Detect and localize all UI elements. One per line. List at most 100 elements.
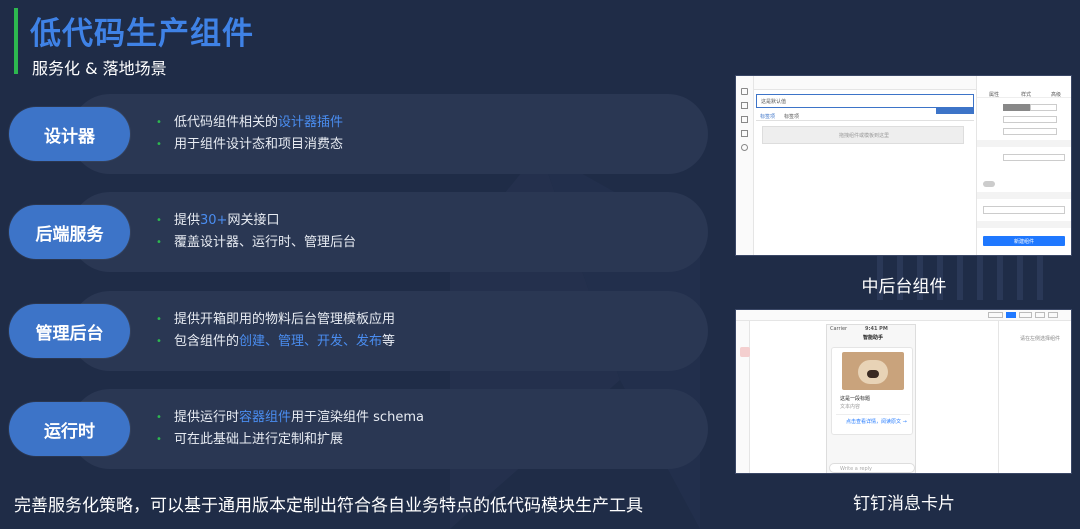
designer-drop-zone: 拖拽组件或模板到这里: [762, 126, 964, 144]
pill-backend-service: 后端服务: [9, 205, 130, 259]
bullets-backend-service: • 提供 30+ 网关接口 • 覆盖设计器、运行时、管理后台: [156, 210, 356, 254]
pill-runtime: 运行时: [9, 402, 130, 456]
rail-icon-2: [741, 102, 748, 109]
bullet-text: 提供: [174, 213, 201, 228]
bullets-runtime: • 提供运行时 容器组件 用于渲染组件 schema • 可在此基础上进行定制和扩展: [156, 407, 424, 451]
designer-tab-divider: [756, 120, 974, 121]
settings-panel-hint: 请在左侧选择组件: [1020, 336, 1061, 342]
bullets-designer: • 低代码组件相关的 设计器插件 • 用于组件设计态和项目消费态: [156, 112, 343, 156]
bullet-item: • 覆盖设计器、运行时、管理后台: [156, 232, 356, 254]
bullet-item: • 用于组件设计态和项目消费态: [156, 134, 343, 156]
bullet-item: • 低代码组件相关的 设计器插件: [156, 112, 343, 134]
footer-summary: 完善服务化策略，可以基于通用版本定制出符合各自业务特点的低代码模块生产工具: [14, 496, 643, 516]
panel-tab-3: 高级: [1051, 92, 1062, 98]
panel-tab-1: 属性: [989, 92, 1000, 98]
bullet-dot-icon: •: [156, 412, 162, 423]
composer: Write a reply: [829, 463, 915, 473]
designer-input-selected: 这是默认值: [756, 94, 974, 108]
designer-tab-2: 标签项: [784, 114, 800, 120]
dog-nose: [867, 370, 879, 378]
panel-field-4: [983, 206, 1065, 214]
pill-designer: 设计器: [9, 107, 130, 161]
bullet-dot-icon: •: [156, 215, 162, 226]
caption-admin-component: 中后台组件: [861, 277, 947, 297]
toolbar-button-1: [988, 312, 1003, 318]
panel-section-header-1: [977, 140, 1071, 147]
designer-settings-panel: 属性 样式 高级 新建组件: [976, 76, 1071, 255]
bullet-dot-icon: •: [156, 336, 162, 347]
bullet-text: 提供开箱即用的物料后台管理模板应用: [174, 312, 396, 327]
selection-handle: [936, 108, 974, 114]
bullet-highlight-text: 设计器插件: [278, 115, 344, 130]
bullets-admin-console: • 提供开箱即用的物料后台管理模板应用 • 包含组件的 创建、管理、开发、发布等: [156, 309, 395, 353]
toolbar-button-3: [1035, 312, 1045, 318]
panel-primary-button-label: 新建组件: [1014, 239, 1035, 245]
panel-tabs: 属性 样式 高级: [977, 90, 1071, 98]
rail-icon-1: [741, 88, 748, 95]
panel-segment-active: [1003, 104, 1030, 111]
title-accent-bar: [14, 8, 18, 74]
caption-dingtalk-card: 钉钉消息卡片: [853, 494, 955, 514]
bullet-text: 用于组件设计态和项目消费态: [174, 137, 344, 152]
bullet-highlight-text: 创建、管理、开发、发布: [239, 334, 383, 349]
composer-placeholder: Write a reply: [840, 466, 872, 472]
bullet-text: 低代码组件相关的: [174, 115, 279, 130]
bullet-item: • 包含组件的 创建、管理、开发、发布等: [156, 331, 395, 353]
bullet-item: • 提供运行时 容器组件 用于渲染组件 schema: [156, 407, 424, 429]
panel-field-3: [1003, 154, 1065, 161]
bullet-text: 提供运行时: [174, 410, 240, 425]
rail-icon-5: [741, 144, 748, 151]
phone-preview: Carrier 9:41 PM 智能助手 这是一段标题 文本内容 点击查看详情，…: [740, 324, 916, 473]
drop-zone-hint: 拖拽组件或模板到这里: [839, 133, 890, 139]
bullet-text: 网关接口: [227, 213, 280, 228]
designer-input-placeholder: 这是默认值: [761, 99, 787, 105]
card-designer-toolbar: [736, 310, 1071, 321]
panel-primary-button: 新建组件: [983, 236, 1065, 246]
rail-icon-3: [741, 116, 748, 123]
panel-segment: [1030, 104, 1057, 111]
rail-icon-4: [741, 130, 748, 137]
message-card: 这是一段标题 文本内容 点击查看详情，阅读原文 →: [831, 347, 913, 435]
sender-avatar: [740, 347, 750, 357]
toolbar-button-2: [1019, 312, 1032, 318]
pill-admin-console: 管理后台: [9, 304, 130, 358]
screenshot-dingtalk-card: Carrier 9:41 PM 智能助手 这是一段标题 文本内容 点击查看详情，…: [735, 309, 1072, 474]
bullet-text: 可在此基础上进行定制和扩展: [174, 432, 344, 447]
bullet-dot-icon: •: [156, 434, 162, 445]
panel-toggle: [983, 181, 995, 187]
toolbar-button-4: [1048, 312, 1058, 318]
bullet-text: 等: [382, 334, 396, 349]
bullet-highlight-text: 30+: [200, 213, 228, 228]
panel-field-1: [1003, 116, 1057, 123]
designer-left-rail: [736, 76, 754, 255]
chat-title: 智能助手: [863, 335, 884, 341]
bullet-item: • 可在此基础上进行定制和扩展: [156, 429, 424, 451]
bullet-text: 用于渲染组件 schema: [291, 410, 424, 425]
bullet-item: • 提供开箱即用的物料后台管理模板应用: [156, 309, 395, 331]
panel-section-header-3: [977, 221, 1071, 228]
bullet-dot-icon: •: [156, 139, 162, 150]
card-subtitle: 文本内容: [840, 404, 861, 410]
card-settings-panel: 请在左侧选择组件: [998, 321, 1071, 473]
panel-section-header-2: [977, 192, 1071, 199]
card-link: 点击查看详情，阅读原文 →: [846, 419, 907, 425]
page-title: 低代码生产组件: [30, 16, 254, 52]
toolbar-active-button: [1006, 312, 1016, 318]
bullet-text: 包含组件的: [174, 334, 240, 349]
card-divider: [836, 414, 910, 415]
page-subtitle: 服务化 & 落地场景: [32, 59, 167, 78]
phone-time: 9:41 PM: [865, 326, 888, 332]
bullet-highlight-text: 容器组件: [239, 410, 292, 425]
card-image-dog: [842, 352, 904, 390]
screenshot-admin-component: 这是默认值 标签项 标签项 拖拽组件或模板到这里 属性 样式 高级 新建组件: [735, 75, 1072, 256]
bullet-dot-icon: •: [156, 237, 162, 248]
card-designer-left-rail: [736, 321, 750, 473]
bullet-item: • 提供 30+ 网关接口: [156, 210, 356, 232]
bullet-text: 覆盖设计器、运行时、管理后台: [174, 235, 357, 250]
phone-carrier: Carrier: [830, 326, 848, 332]
card-title: 这是一段标题: [840, 396, 871, 402]
bullet-dot-icon: •: [156, 314, 162, 325]
designer-tab-1: 标签项: [760, 114, 776, 120]
panel-field-2: [1003, 128, 1057, 135]
panel-tab-2: 样式: [1021, 92, 1032, 98]
